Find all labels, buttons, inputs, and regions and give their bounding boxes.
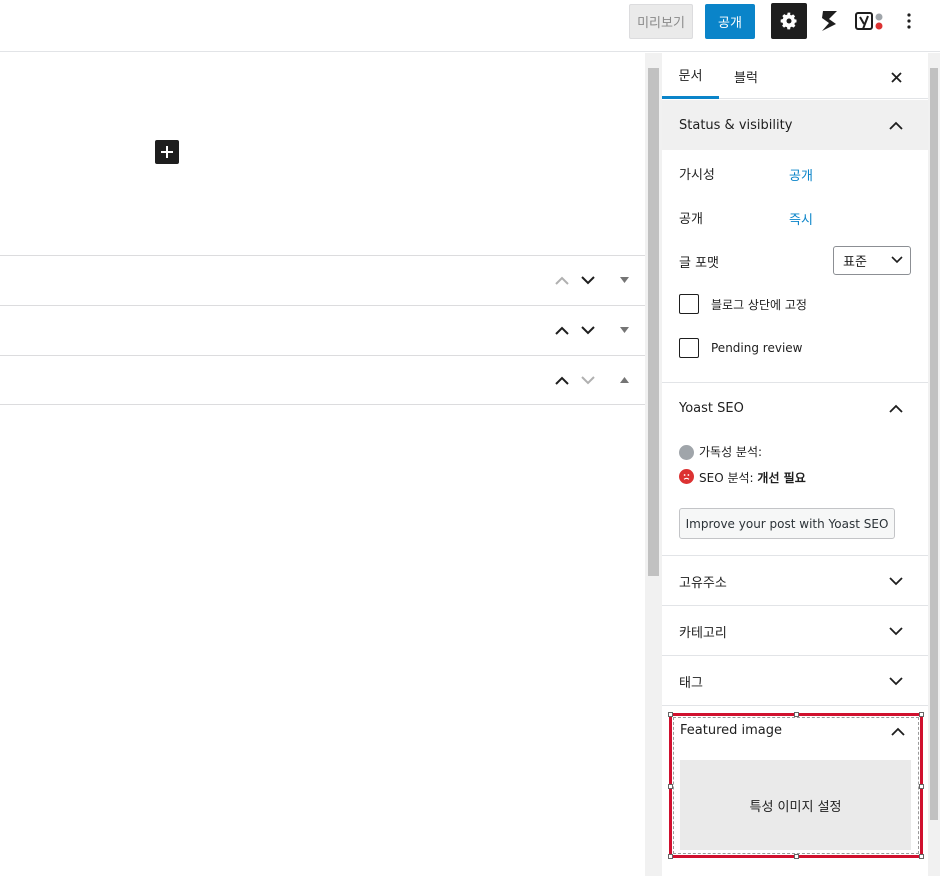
featured-image-panel: Featured image 특성 이미지 설정 [668,712,924,859]
toggle-panel-button[interactable] [614,320,634,340]
sticky-checkbox[interactable] [679,294,699,314]
close-sidebar-button[interactable] [884,65,908,89]
sticky-label: 블로그 상단에 고정 [711,298,807,312]
chevron-up-icon [555,326,569,335]
panel-title: 고유주소 [679,575,727,591]
publish-button[interactable]: 공개 [705,4,755,39]
readability-label: 가독성 분석: [699,445,763,459]
sidebar-scrollbar[interactable] [928,53,940,876]
set-featured-image-button[interactable]: 특성 이미지 설정 [680,760,911,850]
meta-box-row [0,355,645,405]
pending-review-checkbox[interactable] [679,338,699,358]
toggle-panel-button[interactable] [614,270,634,290]
yoast-panel-header[interactable]: Yoast SEO [662,383,928,433]
more-vertical-icon [907,13,911,29]
move-up-button[interactable] [552,270,572,290]
featured-image-title[interactable]: Featured image [680,723,782,738]
yoast-button[interactable] [852,6,888,36]
permalink-panel-header[interactable]: 고유주소 [662,556,928,606]
chevron-up-icon [886,398,906,418]
s-plugin-icon [822,11,837,31]
plus-icon [161,146,173,158]
visibility-toggle[interactable]: 공개 [789,165,813,184]
caret-down-icon [619,277,629,283]
editor-header: 미리보기 공개 [0,0,940,52]
panel-title: 태그 [679,675,703,691]
resize-handle[interactable] [668,712,673,717]
editor-canvas[interactable] [0,53,645,876]
preview-button[interactable]: 미리보기 [629,4,693,39]
close-icon [890,71,902,83]
publish-date-toggle[interactable]: 즉시 [789,209,813,228]
post-format-label: 글 포맷 [679,256,720,271]
chevron-down-icon [886,671,906,691]
editor-scrollbar[interactable] [645,53,662,876]
post-format-value: 표준 [843,255,867,270]
pending-review-label: Pending review [711,341,803,355]
panel-title: 카테고리 [679,625,727,641]
settings-sidebar: 문서 블럭 Status & visibility 가시성 공개 공개 즉시 글… [662,53,928,876]
chevron-down-icon [581,375,595,384]
chevron-up-icon [886,115,906,135]
yoast-icon [855,12,883,30]
resize-handle[interactable] [668,784,673,789]
sidebar-scrollbar-thumb[interactable] [930,68,938,820]
meta-box-row [0,305,645,355]
post-format-select[interactable]: 표준 [833,246,911,275]
resize-handle[interactable] [668,854,673,859]
status-visibility-panel-header[interactable]: Status & visibility [662,100,928,150]
resize-handle[interactable] [919,712,924,717]
sad-face-icon [679,469,694,484]
resize-handle[interactable] [919,784,924,789]
seo-analysis-label: SEO 분석: [699,471,754,485]
panel-title: Status & visibility [679,117,793,133]
meta-box-row [0,255,645,305]
resize-handle[interactable] [919,854,924,859]
settings-button[interactable] [771,3,807,39]
chevron-down-icon [581,275,595,284]
chevron-down-icon [890,253,904,267]
move-down-button[interactable] [578,370,598,390]
move-up-button[interactable] [552,320,572,340]
chevron-down-icon [886,621,906,641]
chevron-down-icon [581,325,595,334]
more-options-button[interactable] [898,6,920,36]
resize-handle[interactable] [794,854,799,859]
visibility-label: 가시성 [679,168,715,183]
categories-panel-header[interactable]: 카테고리 [662,606,928,656]
gear-icon [780,12,797,30]
move-up-button[interactable] [552,370,572,390]
chevron-up-icon [555,276,569,285]
move-down-button[interactable] [578,270,598,290]
editor-scrollbar-thumb[interactable] [648,68,659,576]
tab-block[interactable]: 블럭 [724,53,768,99]
move-down-button[interactable] [578,320,598,340]
caret-up-icon [619,377,629,383]
tab-document[interactable]: 문서 [662,53,719,99]
chevron-down-icon [886,571,906,591]
panel-title: Yoast SEO [679,400,744,416]
caret-down-icon [619,327,629,333]
seo-analysis-value: 개선 필요 [757,471,806,485]
divider [662,705,928,706]
add-block-button[interactable] [155,140,179,164]
publish-date-label: 공개 [679,212,703,227]
readability-status-icon [679,445,694,460]
toggle-panel-button[interactable] [614,370,634,390]
resize-handle[interactable] [794,712,799,717]
sidebar-tabs: 문서 블럭 [662,53,928,99]
improve-yoast-button[interactable]: Improve your post with Yoast SEO [679,508,895,539]
seo-analysis-text: SEO 분석: 개선 필요 [699,469,806,486]
s-plugin-button[interactable] [814,6,844,36]
tags-panel-header[interactable]: 태그 [662,656,928,706]
chevron-up-icon[interactable] [888,721,908,741]
chevron-up-icon [555,376,569,385]
